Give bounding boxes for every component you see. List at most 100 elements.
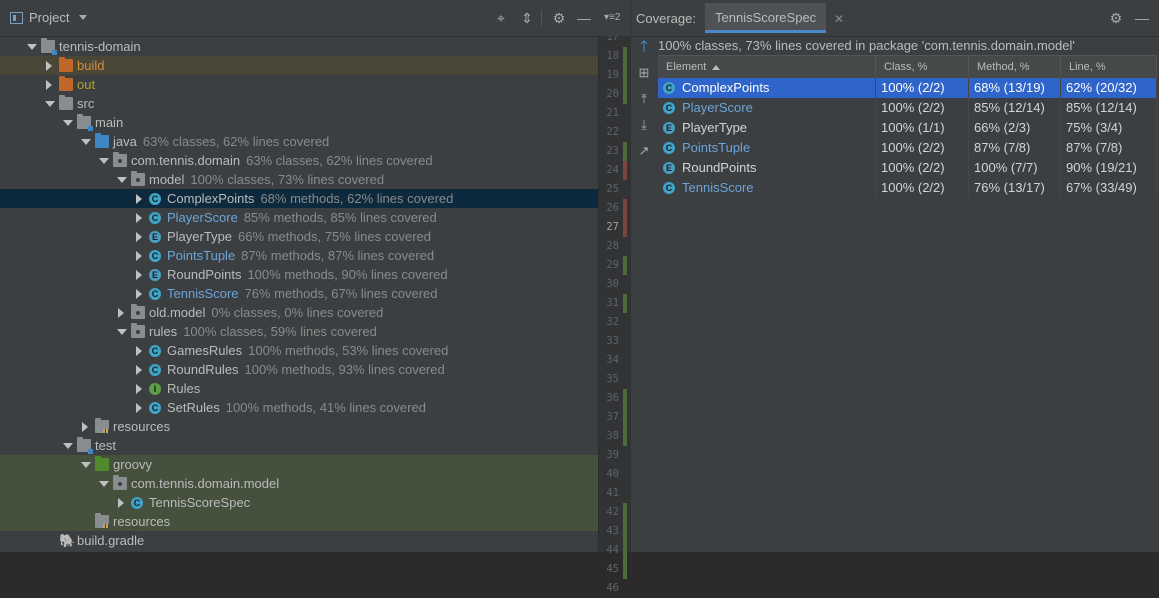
table-row[interactable]: C ComplexPoints 100% (2/2) 68% (13/19) 62% (… <box>658 78 1157 98</box>
cell-element: C ComplexPoints <box>658 78 876 98</box>
chevron-right-icon[interactable] <box>116 493 126 512</box>
tree-node[interactable]: C TennisScoreSpec <box>0 493 598 512</box>
tree-node[interactable]: C PlayerScore 85% methods, 85% lines cover… <box>0 208 598 227</box>
crosshair-icon[interactable]: ⌖ <box>492 9 510 27</box>
chevron-right-icon[interactable] <box>134 360 144 379</box>
chevron-down-icon[interactable] <box>80 455 91 474</box>
chevron-right-icon[interactable] <box>80 417 90 436</box>
chevron-down-icon[interactable] <box>62 436 73 455</box>
navigate-icon[interactable]: ↗ <box>636 143 652 159</box>
tree-node[interactable]: E RoundPoints 100% methods, 90% lines cove… <box>0 265 598 284</box>
chevron-down-icon[interactable] <box>62 113 73 132</box>
import-icon[interactable]: ⤓ <box>636 117 652 133</box>
tree-node[interactable]: old.model 0% classes, 0% lines covered <box>0 303 598 322</box>
tree-node[interactable]: C ComplexPoints 68% methods, 62% lines cov… <box>0 189 598 208</box>
covered-line-marker[interactable] <box>623 47 627 66</box>
tree-node[interactable]: build <box>0 56 598 75</box>
covered-line-marker[interactable] <box>623 294 627 313</box>
close-icon[interactable]: ✕ <box>834 12 844 26</box>
table-row[interactable]: C TennisScore 100% (2/2) 76% (13/17) 67% (33… <box>658 178 1157 198</box>
tree-node[interactable]: test <box>0 436 598 455</box>
chevron-right-icon[interactable] <box>44 56 54 75</box>
column-method[interactable]: Method, % <box>969 56 1061 78</box>
line-number: 24 <box>606 164 619 176</box>
chevron-down-icon[interactable] <box>116 170 127 189</box>
chevron-down-icon[interactable] <box>116 322 127 341</box>
covered-line-marker[interactable] <box>623 522 627 541</box>
minimize-icon[interactable]: — <box>575 9 593 27</box>
line-number: 45 <box>606 563 619 575</box>
tree-node[interactable]: 🐘 build.gradle <box>0 531 598 550</box>
chevron-down-icon[interactable] <box>98 151 109 170</box>
project-view-selector[interactable]: Project <box>10 10 88 25</box>
tree-node[interactable]: out <box>0 75 598 94</box>
tree-node[interactable]: resources <box>0 512 598 531</box>
tree-node[interactable]: C PointsTuple 87% methods, 87% lines cover… <box>0 246 598 265</box>
chevron-down-icon[interactable] <box>79 15 88 20</box>
uncovered-line-marker[interactable] <box>623 161 627 180</box>
gutter-toggle-icon[interactable]: ▾≡2 <box>604 12 620 23</box>
chevron-right-icon[interactable] <box>134 284 144 303</box>
tree-node[interactable]: I Rules <box>0 379 598 398</box>
tree-node[interactable]: rules 100% classes, 59% lines covered <box>0 322 598 341</box>
chevron-right-icon[interactable] <box>134 265 144 284</box>
column-element[interactable]: Element <box>658 56 876 78</box>
tree-node[interactable]: src <box>0 94 598 113</box>
tree-node[interactable]: resources <box>0 417 598 436</box>
table-row[interactable]: E PlayerType 100% (1/1) 66% (2/3) 75% (3/4) <box>658 118 1157 138</box>
table-row[interactable]: C PlayerScore 100% (2/2) 85% (12/14) 85% (12… <box>658 98 1157 118</box>
up-arrow-icon[interactable]: 🡑 <box>636 39 652 55</box>
tree-node[interactable]: main <box>0 113 598 132</box>
tree-node[interactable]: com.tennis.domain.model <box>0 474 598 493</box>
covered-line-marker[interactable] <box>623 85 627 104</box>
minimize-icon[interactable]: — <box>1133 9 1151 27</box>
chevron-down-icon[interactable] <box>80 132 91 151</box>
tree-node[interactable]: com.tennis.domain 63% classes, 62% lines … <box>0 151 598 170</box>
uncovered-line-marker[interactable] <box>623 199 627 218</box>
tree-node[interactable]: groovy <box>0 455 598 474</box>
gear-icon[interactable]: ⚙ <box>1107 9 1125 27</box>
chevron-right-icon[interactable] <box>134 227 144 246</box>
column-line[interactable]: Line, % <box>1061 56 1157 78</box>
chevron-right-icon[interactable] <box>134 341 144 360</box>
tree-node[interactable]: C TennisScore 76% methods, 67% lines cover… <box>0 284 598 303</box>
chevron-right-icon[interactable] <box>134 379 144 398</box>
chevron-down-icon[interactable] <box>98 474 109 493</box>
chevron-right-icon[interactable] <box>134 246 144 265</box>
covered-line-marker[interactable] <box>623 560 627 579</box>
covered-line-marker[interactable] <box>623 256 627 275</box>
tree-node[interactable]: C GamesRules 100% methods, 53% lines cover… <box>0 341 598 360</box>
tree-node[interactable]: model 100% classes, 73% lines covered <box>0 170 598 189</box>
column-class[interactable]: Class, % <box>876 56 969 78</box>
covered-line-marker[interactable] <box>623 541 627 560</box>
chevron-down-icon[interactable] <box>26 37 37 56</box>
gear-icon[interactable]: ⚙ <box>550 9 568 27</box>
chevron-down-icon[interactable] <box>44 94 55 113</box>
generate-report-icon[interactable]: ⤒ <box>636 91 652 107</box>
chevron-right-icon[interactable] <box>134 189 144 208</box>
tree-node[interactable]: C RoundRules 100% methods, 93% lines cover… <box>0 360 598 379</box>
collapse-icon[interactable]: ⇕ <box>518 9 536 27</box>
covered-line-marker[interactable] <box>623 66 627 85</box>
tree-node[interactable]: E PlayerType 66% methods, 75% lines covere… <box>0 227 598 246</box>
covered-line-marker[interactable] <box>623 142 627 161</box>
table-row[interactable]: E RoundPoints 100% (2/2) 100% (7/7) 90% (19/… <box>658 158 1157 178</box>
covered-line-marker[interactable] <box>623 427 627 446</box>
flatten-packages-icon[interactable]: ⊞ <box>636 65 652 81</box>
covered-line-marker[interactable] <box>623 503 627 522</box>
uncovered-line-marker[interactable] <box>623 218 627 237</box>
tab-tennisscorespec[interactable]: TennisScoreSpec <box>705 3 827 33</box>
tree-node[interactable]: tennis-domain <box>0 37 598 56</box>
covered-line-marker[interactable] <box>623 408 627 427</box>
chevron-right-icon[interactable] <box>116 303 126 322</box>
covered-line-marker[interactable] <box>623 389 627 408</box>
project-title: Project <box>29 10 70 25</box>
chevron-right-icon[interactable] <box>134 398 144 417</box>
line-number: 27 <box>606 221 619 233</box>
tree-node[interactable]: C SetRules 100% methods, 41% lines covered <box>0 398 598 417</box>
class-icon: C <box>149 364 161 376</box>
chevron-right-icon[interactable] <box>44 75 54 94</box>
table-row[interactable]: C PointsTuple 100% (2/2) 87% (7/8) 87% (7/8) <box>658 138 1157 158</box>
chevron-right-icon[interactable] <box>134 208 144 227</box>
tree-node[interactable]: java 63% classes, 62% lines covered <box>0 132 598 151</box>
